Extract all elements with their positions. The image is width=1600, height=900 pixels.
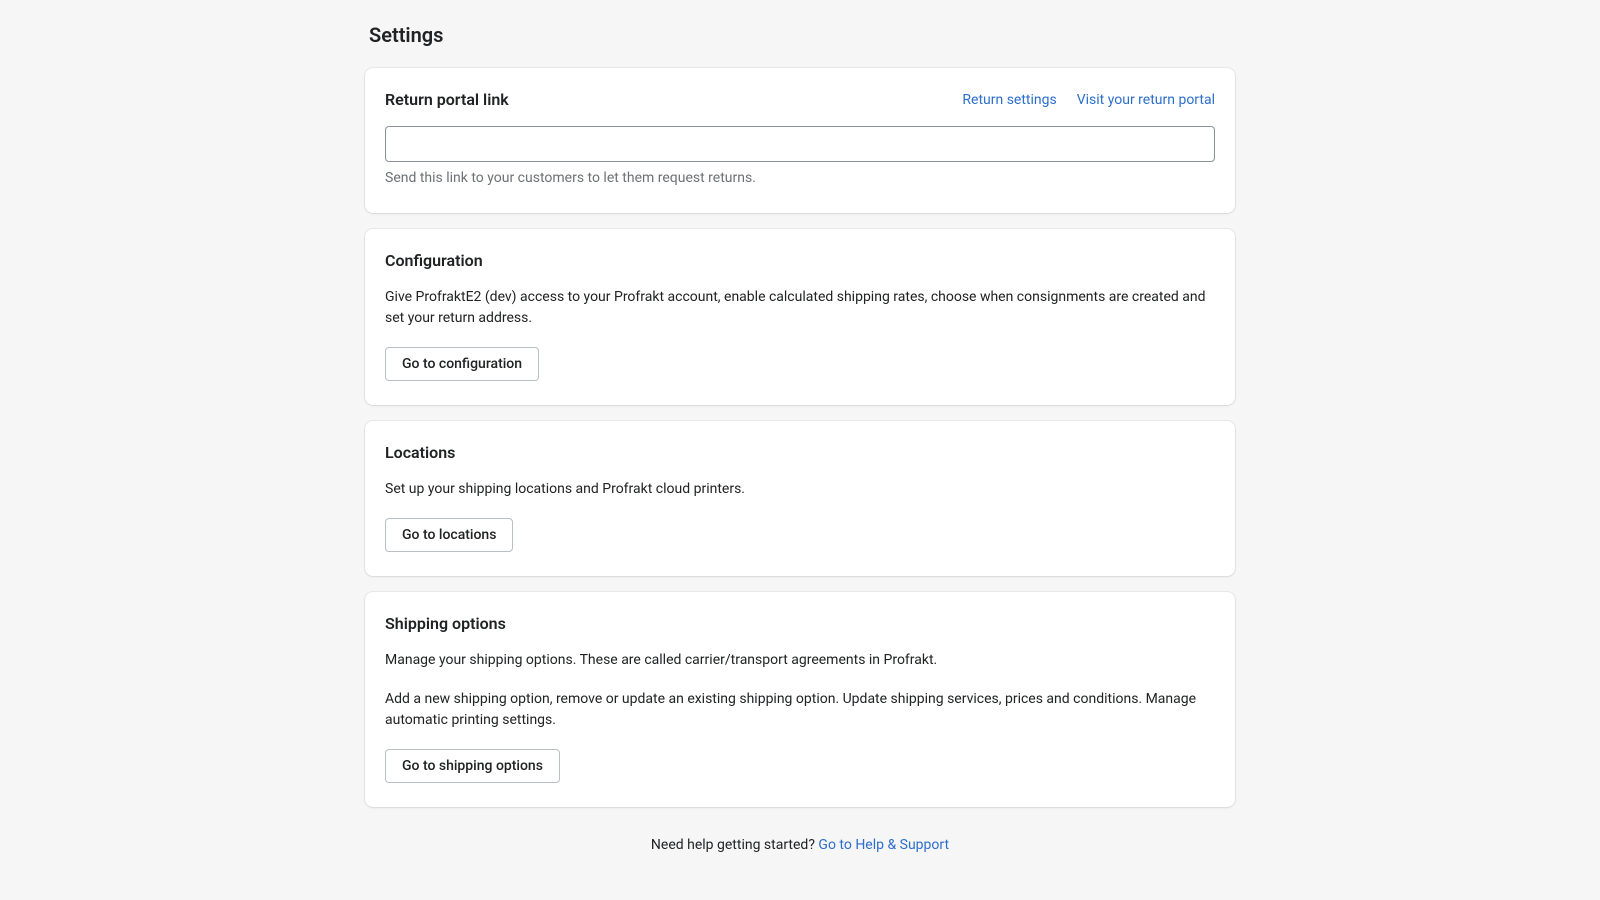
page-title: Settings bbox=[365, 20, 1235, 50]
go-to-configuration-button[interactable]: Go to configuration bbox=[385, 347, 539, 381]
configuration-title: Configuration bbox=[385, 249, 1215, 273]
go-to-locations-button[interactable]: Go to locations bbox=[385, 518, 513, 552]
return-settings-link[interactable]: Return settings bbox=[962, 90, 1056, 111]
return-portal-title: Return portal link bbox=[385, 88, 509, 112]
locations-title: Locations bbox=[385, 441, 1215, 465]
return-portal-helper: Send this link to your customers to let … bbox=[385, 168, 1215, 189]
visit-return-portal-link[interactable]: Visit your return portal bbox=[1077, 90, 1215, 111]
locations-card: Locations Set up your shipping locations… bbox=[365, 421, 1235, 576]
help-footer: Need help getting started? Go to Help & … bbox=[365, 835, 1235, 856]
shipping-options-card: Shipping options Manage your shipping op… bbox=[365, 592, 1235, 807]
return-portal-card: Return portal link Return settings Visit… bbox=[365, 68, 1235, 213]
configuration-description: Give ProfraktE2 (dev) access to your Pro… bbox=[385, 287, 1215, 329]
shipping-options-title: Shipping options bbox=[385, 612, 1215, 636]
footer-text: Need help getting started? bbox=[651, 837, 819, 853]
locations-description: Set up your shipping locations and Profr… bbox=[385, 479, 1215, 500]
configuration-card: Configuration Give ProfraktE2 (dev) acce… bbox=[365, 229, 1235, 405]
return-portal-link-input[interactable] bbox=[385, 126, 1215, 162]
shipping-options-description-1: Manage your shipping options. These are … bbox=[385, 650, 1215, 671]
shipping-options-description-2: Add a new shipping option, remove or upd… bbox=[385, 689, 1215, 731]
help-support-link[interactable]: Go to Help & Support bbox=[818, 837, 949, 853]
go-to-shipping-options-button[interactable]: Go to shipping options bbox=[385, 749, 560, 783]
